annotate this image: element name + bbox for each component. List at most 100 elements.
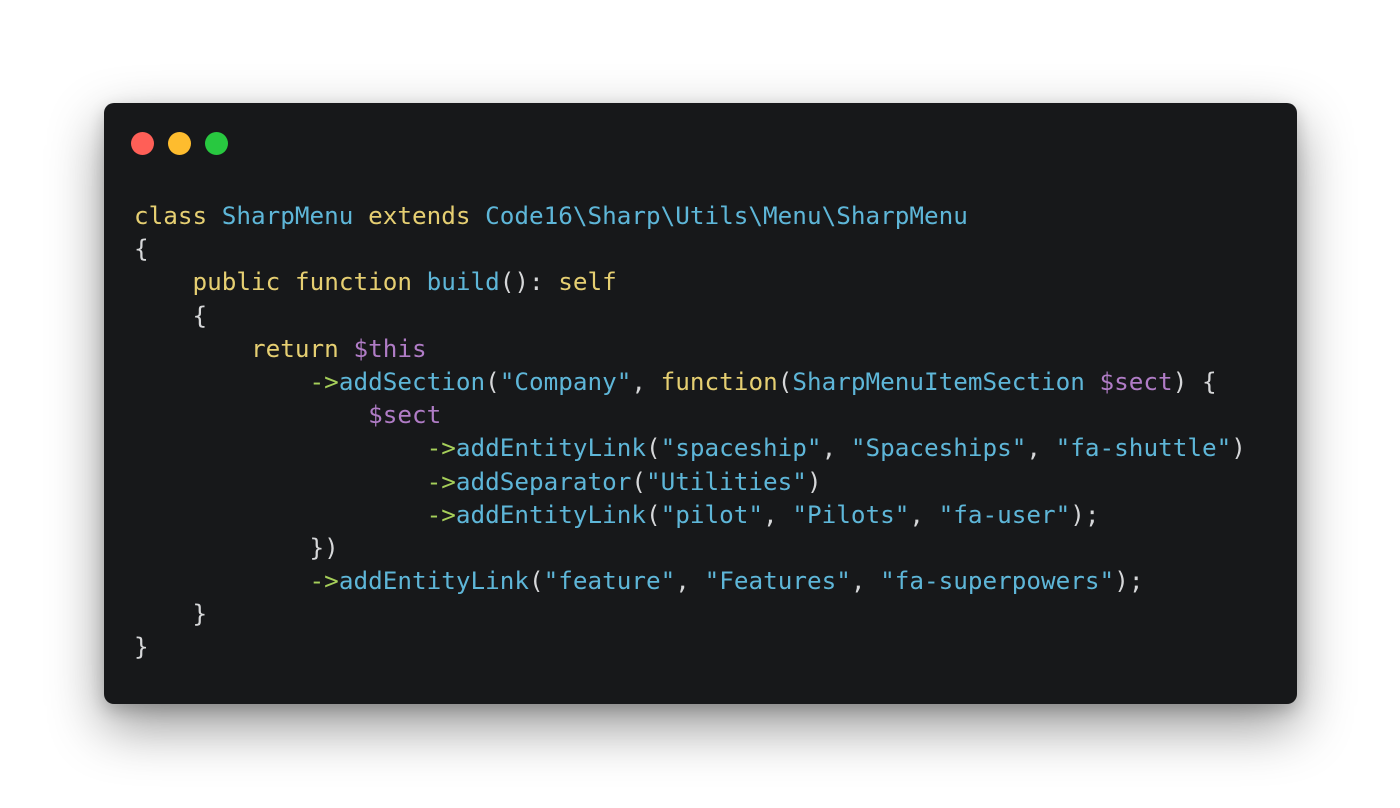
code-token-var: $this — [353, 333, 427, 363]
code-token-punct: ( — [777, 366, 793, 396]
code-token-punct: , — [909, 499, 924, 529]
code-token-punct: , — [850, 566, 866, 596]
code-token-punct: , — [1026, 433, 1042, 463]
code-token-string: "Utilities" — [646, 466, 807, 496]
code-token-punct: }) — [309, 532, 339, 562]
minimize-dot-icon[interactable] — [168, 132, 191, 155]
code-window: class SharpMenu extends Code16\Sharp\Uti… — [104, 103, 1297, 704]
code-token-arrow: -> — [309, 366, 339, 396]
code-token-arrow: -> — [309, 566, 339, 596]
code-token-punct: ( — [646, 499, 661, 529]
code-line: } — [134, 630, 1246, 663]
code-token-punct: ); — [1114, 566, 1144, 596]
code-token-var: $sect — [368, 400, 442, 430]
code-token-string: "Company" — [499, 366, 632, 396]
code-line: class SharpMenu extends Code16\Sharp\Uti… — [134, 199, 1246, 232]
code-token-arrow: -> — [426, 433, 456, 463]
code-token-string: "Spaceships" — [850, 433, 1027, 463]
code-token-keyword: class — [134, 201, 208, 230]
code-token-func: addEntityLink — [338, 566, 529, 596]
code-block: class SharpMenu extends Code16\Sharp\Uti… — [134, 199, 1246, 664]
code-token-string: "feature" — [543, 566, 676, 596]
code-token-string: "spaceship" — [660, 433, 822, 463]
code-token-punct: } — [192, 599, 208, 629]
code-token-punct: ); — [1070, 499, 1100, 529]
code-line: ->addEntityLink("pilot", "Pilots", "fa-u… — [134, 498, 1246, 531]
code-line: { — [134, 232, 1246, 265]
code-token-var: $sect — [1099, 366, 1173, 396]
code-token-func: build — [426, 267, 500, 297]
code-token-arrow: -> — [426, 499, 456, 529]
code-token-punct: , — [821, 433, 837, 463]
code-line: return $this — [134, 332, 1246, 365]
code-line: $sect — [134, 398, 1246, 431]
code-token-class: Code16\Sharp\Utils\Menu\SharpMenu — [485, 201, 968, 230]
code-token-func: addEntityLink — [455, 433, 646, 463]
code-token-punct: , — [675, 566, 690, 596]
code-token-keyword: return — [251, 333, 339, 363]
code-token-func: addSection — [338, 366, 486, 396]
code-token-punct: { — [192, 300, 208, 330]
code-line: }) — [134, 531, 1246, 564]
code-token-punct: ) — [806, 466, 822, 496]
maximize-dot-icon[interactable] — [205, 132, 228, 155]
code-token-string: "fa-shuttle" — [1055, 433, 1232, 463]
code-line: } — [134, 597, 1246, 630]
code-token-punct: (): — [499, 267, 544, 297]
code-token-string: "fa-user" — [938, 499, 1071, 529]
code-line: public function build(): self — [134, 265, 1246, 298]
code-token-keyword: extends — [368, 201, 471, 230]
code-token-string: "fa-superpowers" — [880, 566, 1115, 596]
code-token-punct: , — [631, 366, 647, 396]
code-token-string: "Features" — [704, 566, 851, 596]
code-token-func: addSeparator — [455, 466, 632, 496]
code-token-punct: { — [134, 234, 149, 264]
code-token-func: addEntityLink — [455, 499, 646, 529]
code-token-string: "pilot" — [660, 499, 764, 529]
code-token-punct: } — [134, 632, 149, 662]
code-token-keyword: public — [192, 267, 281, 297]
code-line: { — [134, 299, 1246, 332]
code-line: ->addEntityLink("spaceship", "Spaceships… — [134, 431, 1246, 464]
code-line: ->addSection("Company", function(SharpMe… — [134, 365, 1246, 398]
code-token-arrow: -> — [426, 466, 456, 496]
code-token-punct: ( — [631, 466, 647, 496]
code-token-class: SharpMenuItemSection — [792, 366, 1085, 396]
close-dot-icon[interactable] — [131, 132, 154, 155]
code-token-punct: ( — [646, 433, 661, 463]
window-controls — [131, 132, 228, 155]
code-token-punct: ) — [1231, 433, 1246, 463]
code-token-string: "Pilots" — [792, 499, 910, 529]
code-token-punct: ( — [485, 366, 500, 396]
code-token-keyword: function — [294, 267, 412, 297]
code-token-class: SharpMenu — [221, 201, 354, 230]
code-token-keyword: function — [660, 366, 778, 396]
